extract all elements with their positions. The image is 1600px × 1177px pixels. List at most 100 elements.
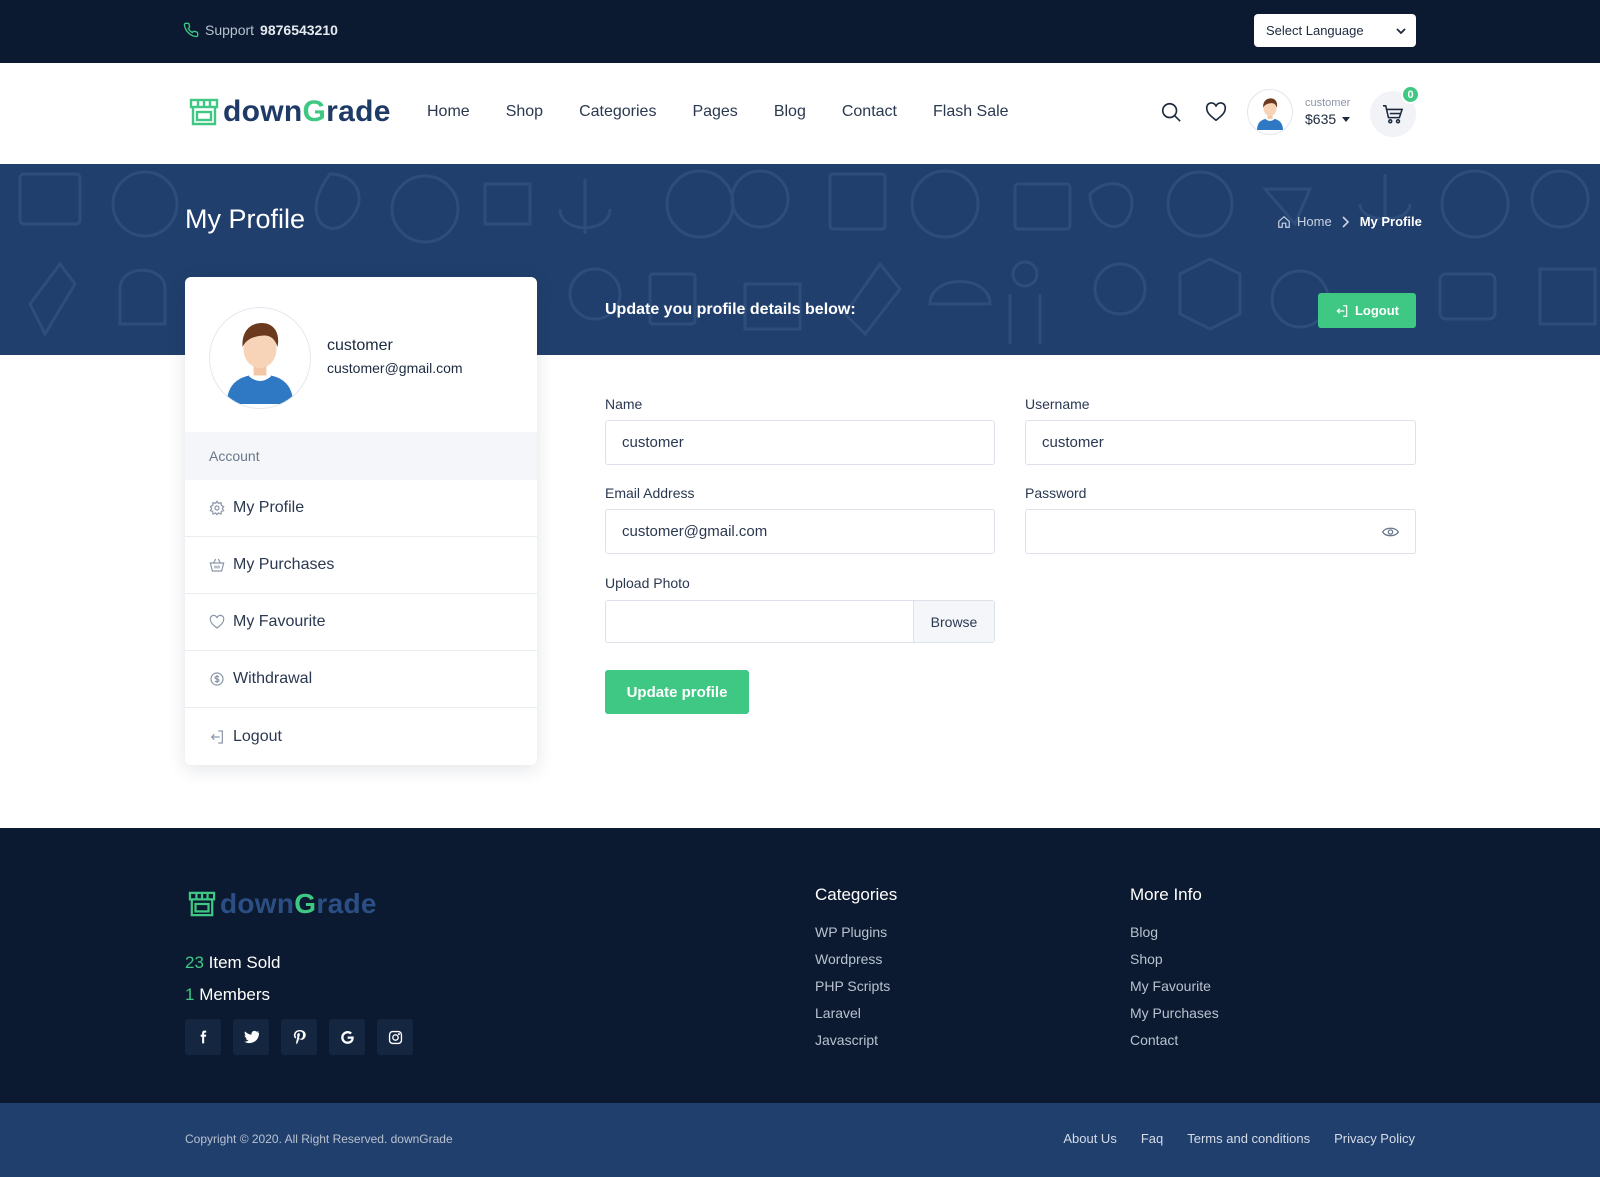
email-label: Email Address [605,485,695,501]
instagram-icon[interactable] [377,1019,413,1055]
search-icon[interactable] [1160,101,1182,123]
basket-icon [209,557,225,573]
nav-shop[interactable]: Shop [506,103,543,121]
language-select-value: Select Language [1266,23,1364,38]
logout-icon [209,729,225,745]
gear-icon [209,500,225,516]
link-privacy-policy[interactable]: Privacy Policy [1334,1131,1415,1146]
members-stat: 1 Members [185,985,271,1004]
social-links [185,1019,413,1055]
nav-categories[interactable]: Categories [579,103,656,121]
file-name-field[interactable] [606,601,913,642]
footer-link[interactable]: Shop [1130,946,1219,973]
footer-logo[interactable]: downGrade [188,888,377,920]
page-title: My Profile [185,204,306,234]
footer-link[interactable]: Laravel [815,1000,897,1027]
account-section-label: Account [185,432,537,480]
money-icon [209,671,225,687]
heart-icon [209,614,225,630]
footer-link[interactable]: My Favourite [1130,973,1219,1000]
breadcrumb-current: My Profile [1359,214,1422,229]
home-icon [1277,215,1291,229]
main-header: downGrade Home Shop Categories Pages Blo… [0,63,1600,164]
nav-pages[interactable]: Pages [692,103,737,121]
nav-blog[interactable]: Blog [774,103,806,121]
shop-logo-icon [189,98,219,126]
footer-more-info-title: More Info [1130,885,1202,904]
site-footer: downGrade 23 Item Sold 1 Members Categor… [0,828,1600,1103]
footer-link[interactable]: PHP Scripts [815,973,897,1000]
top-bar: Support 9876543210 Select Language [0,0,1600,63]
chevron-right-icon [1342,215,1350,228]
footer-link[interactable]: Javascript [815,1027,897,1054]
account-name: customer [1305,97,1351,109]
email-field[interactable]: customer@gmail.com [605,509,995,554]
link-faq[interactable]: Faq [1141,1131,1163,1146]
username-field[interactable]: customer [1025,420,1416,465]
sidebar-item-my-profile[interactable]: My Profile [185,480,537,537]
name-label: Name [605,396,643,412]
support-phone[interactable]: 9876543210 [260,22,338,38]
breadcrumb: Home My Profile [1277,214,1422,229]
link-terms[interactable]: Terms and conditions [1187,1131,1310,1146]
support-info: Support 9876543210 [183,22,338,38]
support-label: Support [205,22,255,38]
profile-email: customer@gmail.com [327,360,463,376]
logo-text: downGrade [223,95,391,128]
eye-icon[interactable] [1382,526,1399,538]
footer-link[interactable]: WP Plugins [815,919,897,946]
update-profile-button[interactable]: Update profile [605,670,749,714]
nav-flash-sale[interactable]: Flash Sale [933,103,1009,121]
items-sold-stat: 23 Item Sold [185,953,281,972]
account-menu[interactable]: customer $635 [1247,89,1350,135]
update-heading: Update you profile details below: [605,301,856,318]
logout-icon [1335,304,1349,318]
sidebar-item-my-favourite[interactable]: My Favourite [185,594,537,651]
chevron-down-icon [1396,26,1406,36]
browse-button[interactable]: Browse [913,601,994,642]
profile-sidebar: customer customer@gmail.com Account My P… [185,277,537,765]
profile-avatar [209,307,311,409]
nav-home[interactable]: Home [427,103,470,121]
pinterest-icon[interactable] [281,1019,317,1055]
cart-count-badge: 0 [1401,85,1420,104]
shop-logo-icon [188,891,216,917]
language-select[interactable]: Select Language [1254,14,1416,47]
username-label: Username [1025,396,1090,412]
profile-name: customer [327,337,393,354]
avatar [1247,89,1293,135]
footer-link[interactable]: Wordpress [815,946,897,973]
sidebar-item-my-purchases[interactable]: My Purchases [185,537,537,594]
facebook-icon[interactable] [185,1019,221,1055]
footer-more-info: More Info Blog Shop My Favourite My Purc… [1130,885,1219,1054]
footer-link[interactable]: Blog [1130,919,1219,946]
upload-photo-input[interactable]: Browse [605,600,995,643]
sidebar-item-logout[interactable]: Logout [185,708,537,765]
logout-button[interactable]: Logout [1318,293,1416,328]
breadcrumb-home[interactable]: Home [1297,214,1332,229]
footer-link[interactable]: Contact [1130,1027,1219,1054]
phone-icon [183,22,199,38]
cart-icon [1382,104,1404,124]
caret-down-icon [1342,116,1351,122]
twitter-icon[interactable] [233,1019,269,1055]
footer-categories: Categories WP Plugins Wordpress PHP Scri… [815,885,897,1054]
google-icon[interactable] [329,1019,365,1055]
profile-summary: customer customer@gmail.com [185,277,537,432]
name-field[interactable]: customer [605,420,995,465]
footer-categories-title: Categories [815,885,898,904]
footer-bottom-bar: Copyright © 2020. All Right Reserved. do… [0,1103,1600,1177]
upload-photo-label: Upload Photo [605,575,690,591]
password-label: Password [1025,485,1087,501]
footer-bottom-links: About Us Faq Terms and conditions Privac… [1063,1131,1415,1146]
main-nav: Home Shop Categories Pages Blog Contact … [427,103,1009,121]
heart-icon[interactable] [1205,101,1227,123]
footer-link[interactable]: My Purchases [1130,1000,1219,1027]
copyright-text: Copyright © 2020. All Right Reserved. do… [185,1132,453,1146]
sidebar-item-withdrawal[interactable]: Withdrawal [185,651,537,708]
site-logo[interactable]: downGrade [189,95,391,129]
account-balance: $635 [1305,111,1351,127]
link-about-us[interactable]: About Us [1063,1131,1116,1146]
nav-contact[interactable]: Contact [842,103,897,121]
password-field[interactable] [1025,509,1416,554]
